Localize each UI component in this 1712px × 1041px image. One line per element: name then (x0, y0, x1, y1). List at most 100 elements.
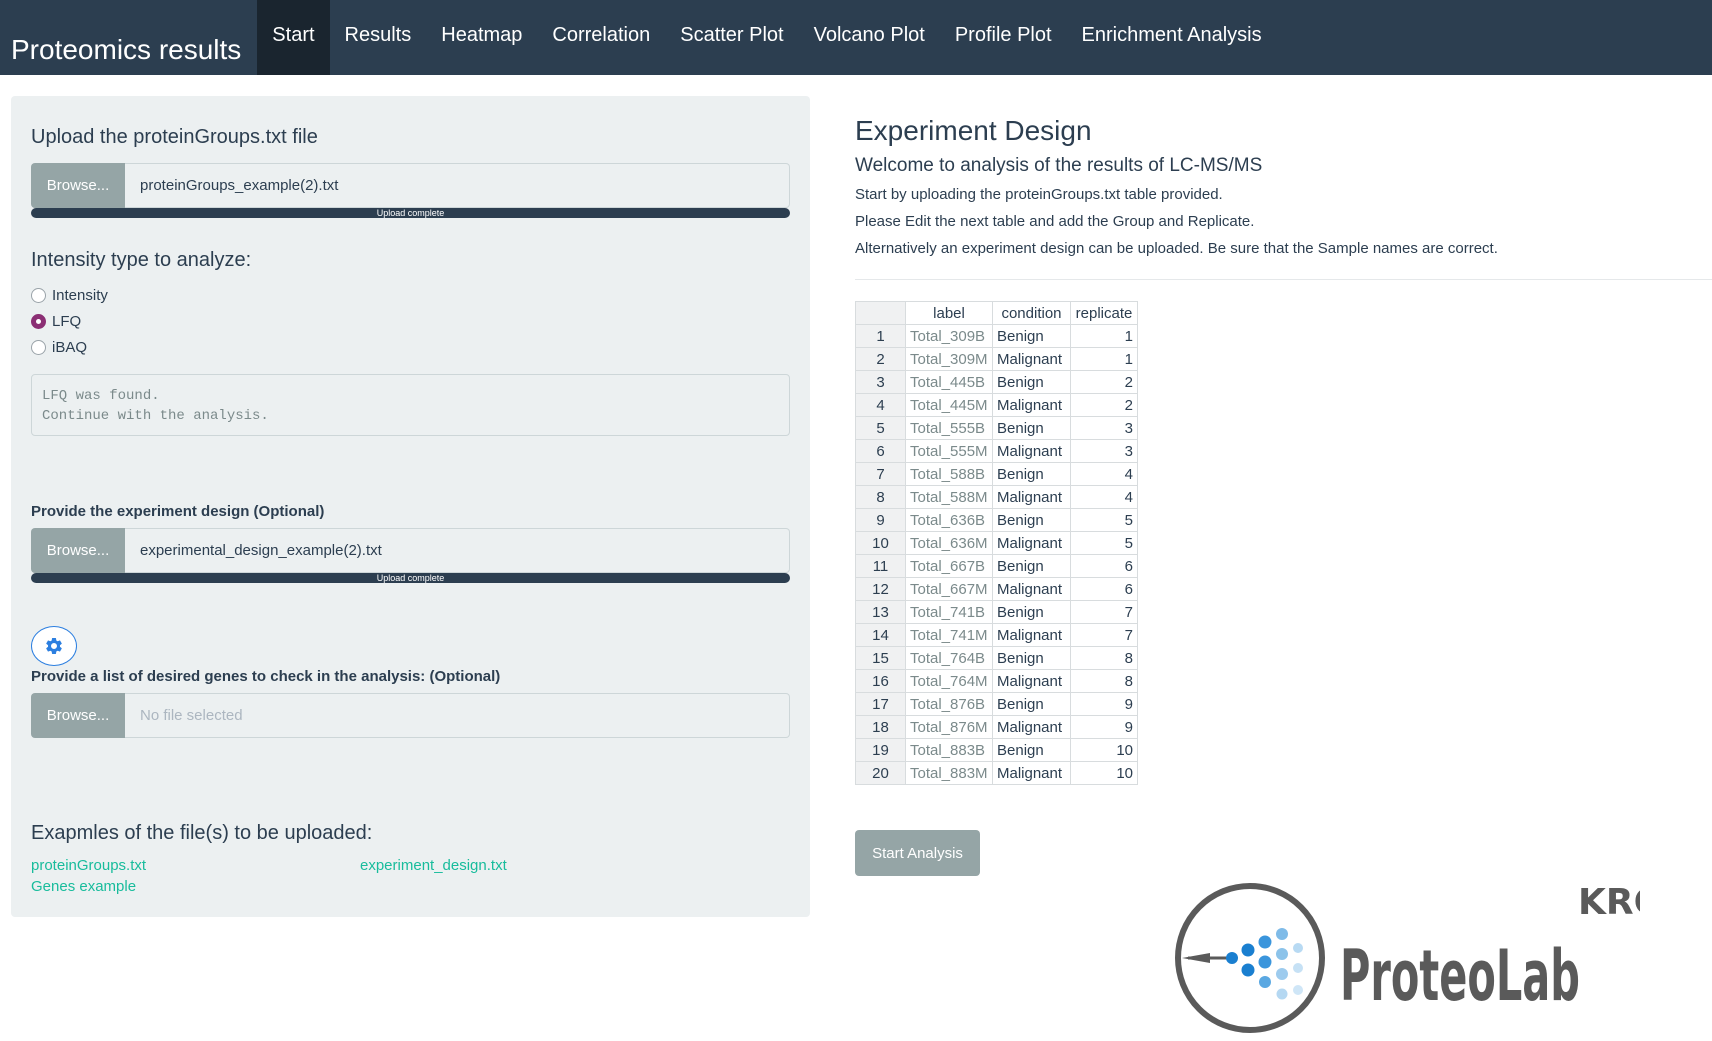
table-cell-replicate[interactable]: 9 (1070, 692, 1138, 716)
radio-intensity-label: Intensity (52, 287, 108, 304)
table-cell-replicate[interactable]: 10 (1070, 738, 1138, 762)
table-row: 20 Total_883M Malignant 10 (855, 761, 1138, 785)
radio-ibaq[interactable]: iBAQ (31, 339, 87, 356)
settings-button[interactable] (31, 626, 77, 666)
table-row: 12 Total_667M Malignant 6 (855, 577, 1138, 601)
table-cell-label[interactable]: Total_309B (905, 324, 993, 348)
radio-lfq-button[interactable] (31, 314, 46, 329)
genes-file-name: No file selected (125, 693, 790, 738)
table-cell-condition[interactable]: Benign (992, 462, 1071, 486)
table-cell-condition[interactable]: Benign (992, 554, 1071, 578)
genes-browse-button[interactable]: Browse... (31, 693, 125, 738)
table-cell-label[interactable]: Total_741M (905, 623, 993, 647)
protein-groups-file-input[interactable]: Browse... proteinGroups_example(2).txt (31, 163, 790, 208)
start-analysis-button[interactable]: Start Analysis (855, 830, 980, 876)
table-cell-label[interactable]: Total_764M (905, 669, 993, 693)
table-cell-label[interactable]: Total_883B (905, 738, 993, 762)
intensity-title: Intensity type to analyze: (31, 249, 252, 271)
table-cell-replicate[interactable]: 6 (1070, 577, 1138, 601)
radio-lfq[interactable]: LFQ (31, 313, 81, 330)
table-cell-index: 3 (855, 370, 906, 394)
table-cell-replicate[interactable]: 2 (1070, 393, 1138, 417)
radio-ibaq-button[interactable] (31, 340, 46, 355)
table-header-condition: condition (992, 301, 1071, 325)
table-cell-replicate[interactable]: 4 (1070, 462, 1138, 486)
table-cell-condition[interactable]: Malignant (992, 623, 1071, 647)
tab-heatmap[interactable]: Heatmap (426, 0, 537, 75)
table-cell-replicate[interactable]: 3 (1070, 416, 1138, 440)
table-cell-replicate[interactable]: 7 (1070, 623, 1138, 647)
table-cell-condition[interactable]: Benign (992, 370, 1071, 394)
tab-results[interactable]: Results (330, 0, 427, 75)
table-cell-condition[interactable]: Malignant (992, 715, 1071, 739)
table-cell-condition[interactable]: Benign (992, 646, 1071, 670)
table-cell-replicate[interactable]: 4 (1070, 485, 1138, 509)
protein-groups-example-link[interactable]: proteinGroups.txt (31, 857, 146, 874)
protein-groups-browse-button[interactable]: Browse... (31, 163, 125, 208)
table-cell-condition[interactable]: Malignant (992, 577, 1071, 601)
table-cell-label[interactable]: Total_636B (905, 508, 993, 532)
table-cell-replicate[interactable]: 5 (1070, 508, 1138, 532)
table-cell-condition[interactable]: Benign (992, 738, 1071, 762)
table-cell-label[interactable]: Total_309M (905, 347, 993, 371)
table-cell-replicate[interactable]: 10 (1070, 761, 1138, 785)
table-cell-replicate[interactable]: 1 (1070, 347, 1138, 371)
table-cell-replicate[interactable]: 8 (1070, 669, 1138, 693)
table-header-replicate: replicate (1070, 301, 1138, 325)
tab-enrichment-analysis[interactable]: Enrichment Analysis (1067, 0, 1277, 75)
table-cell-replicate[interactable]: 6 (1070, 554, 1138, 578)
genes-example-link[interactable]: Genes example (31, 878, 136, 895)
table-cell-label[interactable]: Total_876M (905, 715, 993, 739)
tab-volcano-plot[interactable]: Volcano Plot (799, 0, 940, 75)
table-cell-condition[interactable]: Benign (992, 508, 1071, 532)
radio-intensity[interactable]: Intensity (31, 287, 108, 304)
table-cell-label[interactable]: Total_588M (905, 485, 993, 509)
table-cell-index: 14 (855, 623, 906, 647)
table-cell-condition[interactable]: Malignant (992, 531, 1071, 555)
table-cell-condition[interactable]: Malignant (992, 761, 1071, 785)
table-cell-replicate[interactable]: 7 (1070, 600, 1138, 624)
table-cell-condition[interactable]: Malignant (992, 347, 1071, 371)
table-cell-label[interactable]: Total_883M (905, 761, 993, 785)
table-cell-label[interactable]: Total_445B (905, 370, 993, 394)
table-cell-condition[interactable]: Malignant (992, 485, 1071, 509)
table-cell-label[interactable]: Total_667M (905, 577, 993, 601)
table-cell-condition[interactable]: Benign (992, 416, 1071, 440)
table-cell-replicate[interactable]: 1 (1070, 324, 1138, 348)
tab-scatter-plot[interactable]: Scatter Plot (665, 0, 798, 75)
table-cell-replicate[interactable]: 5 (1070, 531, 1138, 555)
experiment-design-browse-button[interactable]: Browse... (31, 528, 125, 573)
table-cell-condition[interactable]: Malignant (992, 669, 1071, 693)
tab-start[interactable]: Start (257, 0, 330, 75)
table-cell-condition[interactable]: Malignant (992, 393, 1071, 417)
table-cell-replicate[interactable]: 3 (1070, 439, 1138, 463)
table-cell-replicate[interactable]: 2 (1070, 370, 1138, 394)
tab-profile-plot[interactable]: Profile Plot (940, 0, 1067, 75)
table-cell-label[interactable]: Total_588B (905, 462, 993, 486)
table-cell-replicate[interactable]: 9 (1070, 715, 1138, 739)
radio-lfq-label: LFQ (52, 313, 82, 330)
experiment-design-file-input[interactable]: Browse... experimental_design_example(2)… (31, 528, 790, 573)
table-cell-condition[interactable]: Benign (992, 324, 1071, 348)
table-cell-label[interactable]: Total_445M (905, 393, 993, 417)
tab-correlation[interactable]: Correlation (537, 0, 665, 75)
table-cell-replicate[interactable]: 8 (1070, 646, 1138, 670)
table-cell-label[interactable]: Total_555M (905, 439, 993, 463)
genes-file-input[interactable]: Browse... No file selected (31, 693, 790, 738)
table-cell-label[interactable]: Total_555B (905, 416, 993, 440)
status-line-2: Continue with the analysis. (42, 408, 269, 424)
status-output: LFQ was found. Continue with the analysi… (31, 374, 790, 436)
table-cell-label[interactable]: Total_667B (905, 554, 993, 578)
design-title: Provide the experiment design (Optional) (31, 503, 325, 520)
radio-intensity-button[interactable] (31, 288, 46, 303)
table-cell-condition[interactable]: Malignant (992, 439, 1071, 463)
table-cell-label[interactable]: Total_876B (905, 692, 993, 716)
experiment-design-example-link[interactable]: experiment_design.txt (360, 857, 507, 874)
experiment-design-table: label condition replicate 1 Total_309B Ben… (855, 301, 1138, 785)
table-cell-label[interactable]: Total_764B (905, 646, 993, 670)
table-cell-label[interactable]: Total_636M (905, 531, 993, 555)
table-cell-index: 9 (855, 508, 906, 532)
table-cell-condition[interactable]: Benign (992, 692, 1071, 716)
table-cell-label[interactable]: Total_741B (905, 600, 993, 624)
table-cell-condition[interactable]: Benign (992, 600, 1071, 624)
